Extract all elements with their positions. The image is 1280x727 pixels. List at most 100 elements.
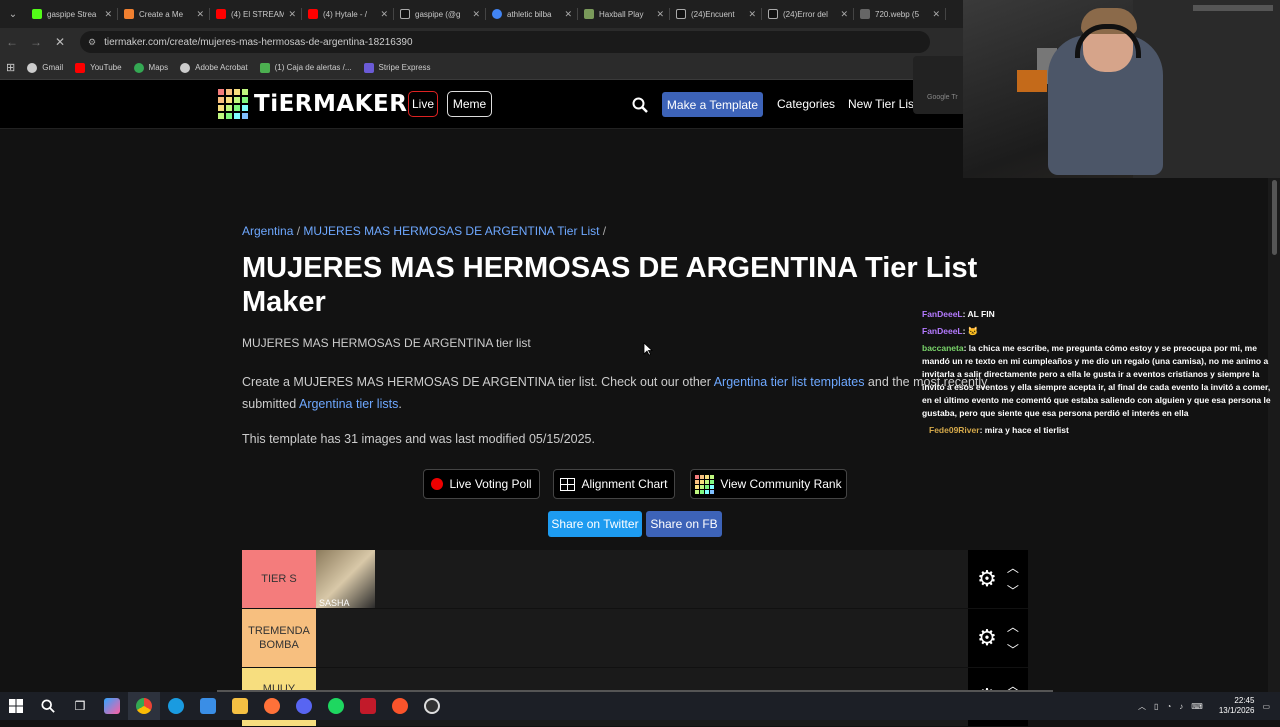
- chevron-up-icon[interactable]: ︿: [1007, 618, 1019, 635]
- gear-icon[interactable]: ⚙: [977, 566, 997, 592]
- live-voting-button[interactable]: Live Voting Poll: [423, 469, 540, 499]
- chevron-down-icon[interactable]: ﹀: [1007, 641, 1019, 658]
- desc-text: submitted: [242, 397, 299, 411]
- forward-arrow-icon[interactable]: →: [24, 28, 48, 56]
- tier-row: TREMENDA BOMBA ⚙ ︿ ﹀: [242, 609, 1028, 668]
- close-icon[interactable]: ✕: [932, 9, 940, 20]
- tier-controls: ⚙ ︿ ﹀: [968, 550, 1028, 608]
- tab-9[interactable]: 720.webp (5 ✕: [854, 0, 946, 28]
- close-icon[interactable]: ✕: [656, 9, 664, 20]
- firefox-icon[interactable]: [256, 692, 288, 720]
- close-icon[interactable]: ✕: [472, 9, 480, 20]
- task-view-icon[interactable]: ❒: [64, 692, 96, 720]
- close-icon[interactable]: ✕: [196, 9, 204, 20]
- close-icon[interactable]: ✕: [288, 9, 296, 20]
- tab-favicon: [124, 9, 134, 19]
- notification-icon[interactable]: ▭: [1262, 702, 1270, 711]
- live-button[interactable]: Live: [408, 91, 438, 117]
- bookmark-acrobat[interactable]: Adobe Acrobat: [180, 62, 248, 73]
- discord-icon[interactable]: [288, 692, 320, 720]
- bookmark-label: (1) Caja de alertas /...: [274, 63, 352, 72]
- file-explorer-icon[interactable]: [224, 692, 256, 720]
- app-icon[interactable]: [352, 692, 384, 720]
- close-icon[interactable]: ✕: [104, 9, 112, 20]
- alignment-chart-button[interactable]: Alignment Chart: [553, 469, 675, 499]
- tab-5[interactable]: athletic bilba ✕: [486, 0, 578, 28]
- site-info-icon[interactable]: ⚙: [88, 37, 96, 48]
- close-icon[interactable]: ✕: [564, 9, 572, 20]
- usb-icon[interactable]: ▯: [1154, 702, 1158, 711]
- obs-icon[interactable]: [416, 692, 448, 720]
- search-icon[interactable]: [632, 97, 648, 113]
- windows-start-icon[interactable]: [0, 692, 32, 720]
- reload-icon[interactable]: ✕: [48, 28, 72, 56]
- apps-grid-icon[interactable]: ⊞: [6, 61, 15, 74]
- bookmark-label: Maps: [148, 63, 169, 72]
- bookmark-alerts[interactable]: (1) Caja de alertas /...: [259, 62, 352, 73]
- close-icon[interactable]: ✕: [748, 9, 756, 20]
- copilot-icon[interactable]: [96, 692, 128, 720]
- close-icon[interactable]: ✕: [840, 9, 848, 20]
- new-tier-lists-link[interactable]: New Tier Lis: [848, 97, 914, 111]
- community-label: View Community Rank: [720, 477, 842, 491]
- search-icon[interactable]: [32, 692, 64, 720]
- edge-icon[interactable]: [160, 692, 192, 720]
- breadcrumb-end: /: [599, 224, 607, 238]
- translate-popup[interactable]: Google Tr: [913, 56, 969, 114]
- mouse-cursor-icon: [643, 342, 653, 356]
- chat-text: : AL FIN: [962, 309, 995, 319]
- tab-4[interactable]: gaspipe (@g ✕: [394, 0, 486, 28]
- brave-icon[interactable]: [384, 692, 416, 720]
- tier-lists-link[interactable]: Argentina tier lists: [299, 397, 398, 411]
- bookmark-label: YouTube: [90, 63, 122, 72]
- image-caption: SASHA: [319, 598, 350, 608]
- bookmark-stripe[interactable]: Stripe Express: [363, 62, 431, 73]
- address-bar[interactable]: ⚙ tiermaker.com/create/mujeres-mas-hermo…: [80, 31, 930, 53]
- bookmark-gmail[interactable]: Gmail: [27, 62, 63, 73]
- bookmark-youtube[interactable]: YouTube: [75, 62, 122, 73]
- tier-item-image[interactable]: SASHA: [316, 550, 375, 608]
- breadcrumb-category[interactable]: Argentina: [242, 224, 293, 238]
- tier-items[interactable]: [316, 609, 968, 667]
- scrollbar-thumb[interactable]: [1272, 180, 1277, 255]
- network-icon[interactable]: ◔: [1166, 702, 1171, 711]
- tab-search-icon[interactable]: ⌄: [0, 0, 26, 28]
- tiermaker-logo[interactable]: TiERMAKER: [218, 89, 407, 119]
- tab-label: athletic bilba: [507, 9, 552, 19]
- share-twitter-button[interactable]: Share on Twitter: [548, 511, 642, 537]
- chevron-up-icon[interactable]: ︿: [1138, 701, 1146, 712]
- store-icon[interactable]: [192, 692, 224, 720]
- bookmark-label: Adobe Acrobat: [195, 63, 248, 72]
- tier-items[interactable]: SASHA: [316, 550, 968, 608]
- categories-link[interactable]: Categories: [777, 97, 835, 111]
- close-icon[interactable]: ✕: [380, 9, 388, 20]
- back-arrow-icon[interactable]: ←: [0, 28, 24, 56]
- keyboard-icon[interactable]: ⌨: [1191, 702, 1203, 711]
- chrome-icon[interactable]: [128, 692, 160, 720]
- community-rank-button[interactable]: View Community Rank: [690, 469, 847, 499]
- breadcrumb-list[interactable]: MUJERES MAS HERMOSAS DE ARGENTINA Tier L…: [303, 224, 599, 238]
- tab-2[interactable]: (4) El STREAM ✕: [210, 0, 302, 28]
- tier-label[interactable]: TIER S: [242, 550, 316, 608]
- tier-label[interactable]: TREMENDA BOMBA: [242, 609, 316, 667]
- tab-8[interactable]: (24)Error del ✕: [762, 0, 854, 28]
- share-fb-button[interactable]: Share on FB: [646, 511, 722, 537]
- clock[interactable]: 22:45 13/1/2026: [1219, 696, 1255, 716]
- spotify-icon[interactable]: [320, 692, 352, 720]
- bookmark-maps[interactable]: Maps: [133, 62, 169, 73]
- clock-time: 22:45: [1234, 696, 1255, 705]
- tab-0[interactable]: gaspipe Strea ✕: [26, 0, 118, 28]
- speaker-icon[interactable]: ♪: [1179, 702, 1183, 711]
- tab-1[interactable]: Create a Me ✕: [118, 0, 210, 28]
- tab-3[interactable]: (4) Hytale - / ✕: [302, 0, 394, 28]
- gear-icon[interactable]: ⚙: [977, 625, 997, 651]
- templates-link[interactable]: Argentina tier list templates: [714, 375, 865, 389]
- live-voting-label: Live Voting Poll: [449, 477, 532, 491]
- meme-button[interactable]: Meme: [447, 91, 492, 117]
- bookmark-favicon: [363, 62, 374, 73]
- tab-7[interactable]: (24)Encuent ✕: [670, 0, 762, 28]
- tab-6[interactable]: Haxball Play ✕: [578, 0, 670, 28]
- chevron-up-icon[interactable]: ︿: [1007, 559, 1019, 576]
- make-template-button[interactable]: Make a Template: [662, 92, 763, 117]
- chevron-down-icon[interactable]: ﹀: [1007, 582, 1019, 599]
